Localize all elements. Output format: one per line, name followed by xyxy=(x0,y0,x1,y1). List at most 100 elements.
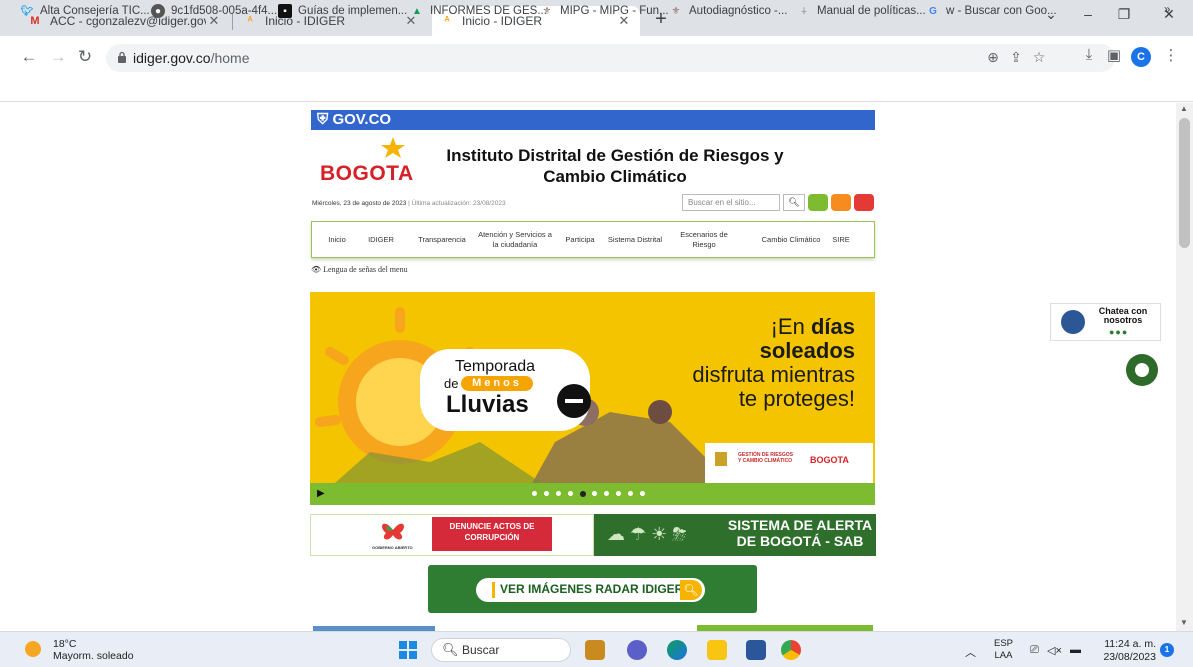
butterfly-icon xyxy=(382,523,404,540)
carousel-dot[interactable] xyxy=(544,491,549,496)
carousel-dot[interactable] xyxy=(556,491,561,496)
bookmark-item[interactable]: ▪ Guías de implemen... xyxy=(278,4,407,18)
scrollbar-thumb[interactable] xyxy=(1179,118,1190,248)
menu-item-idiger[interactable]: IDIGER xyxy=(362,221,400,258)
teams-app-icon[interactable] xyxy=(627,640,647,660)
search-icon[interactable]: 🔍︎ xyxy=(783,194,805,211)
season-top: Temporada xyxy=(455,358,536,375)
edge-app-icon[interactable] xyxy=(667,640,687,660)
windows-start-icon[interactable] xyxy=(399,641,417,659)
season-de: de xyxy=(444,376,459,391)
weather-status: Mayorm. soleado xyxy=(53,650,134,662)
season-pill: Menos xyxy=(461,376,533,391)
drive-icon: ▲ xyxy=(412,5,422,17)
share-icon[interactable]: ⇪ xyxy=(1007,49,1025,66)
back-icon[interactable]: ← xyxy=(18,46,40,68)
search-icon: 🔍︎ xyxy=(442,642,459,657)
taskbar-clock[interactable]: 11:24 a. m. 23/08/2023 xyxy=(1096,638,1156,664)
banner-line3: disfruta mientras xyxy=(692,362,855,387)
notification-badge[interactable]: 1 xyxy=(1160,643,1174,657)
input-language[interactable]: ESP LAA xyxy=(994,638,1013,662)
gobierno-abierto-label: GOBIERNO ABIERTO xyxy=(372,545,413,550)
bookmark-item[interactable]: ▲ INFORMES DE GES... xyxy=(410,4,547,18)
zoom-icon[interactable]: ⊕ xyxy=(984,49,1002,66)
bookmark-item[interactable]: ⚜ Autodiagnóstico -... xyxy=(669,4,788,18)
carousel-dot[interactable] xyxy=(568,491,573,496)
scroll-up-arrow-icon[interactable]: ▲ xyxy=(1180,104,1188,113)
chat-open-button[interactable] xyxy=(1126,354,1158,386)
search-icon[interactable]: 🔍︎ xyxy=(680,580,702,600)
lang-layout: LAA xyxy=(994,650,1013,661)
volume-muted-icon[interactable]: ◁× xyxy=(1047,644,1062,657)
reload-icon[interactable]: ↻ xyxy=(74,46,96,68)
sign-language-link[interactable]: 👁︎ Lengua de señas del menu xyxy=(311,265,408,274)
lang-code: ESP xyxy=(994,638,1014,649)
mipg-icon: ⚜ xyxy=(671,5,681,17)
play-icon[interactable]: ▶ xyxy=(317,488,325,499)
word-app-icon[interactable] xyxy=(746,640,766,660)
bookmark-item[interactable]: ● 9c1fd508-005a-4f4... xyxy=(151,4,277,18)
guides-icon: ▪ xyxy=(278,4,292,18)
menu-item-transparencia[interactable]: Transparencia xyxy=(412,221,472,258)
accessibility-icon[interactable] xyxy=(808,194,828,211)
menu-kebab-icon[interactable]: ⋮ xyxy=(1160,46,1182,64)
weather-sun-icon[interactable] xyxy=(25,641,41,657)
bookmarks-overflow[interactable]: » xyxy=(1164,4,1170,16)
clock-date: 23/08/2023 xyxy=(1103,651,1156,663)
menu-item-inicio[interactable]: Inicio xyxy=(322,221,352,258)
google-icon: G xyxy=(929,5,937,17)
star-icon xyxy=(381,137,405,158)
lock-icon[interactable] xyxy=(117,51,127,63)
tray-chevron-icon[interactable]: ︿ xyxy=(965,644,976,660)
site-search-input[interactable]: Buscar en el sitio... xyxy=(682,194,780,211)
carousel-dot[interactable] xyxy=(592,491,597,496)
gov-bar[interactable]: ⛨ GOV.CO xyxy=(311,110,875,130)
minimize-icon[interactable]: – xyxy=(1076,6,1100,22)
chrome-app-icon[interactable] xyxy=(781,640,801,660)
bookmark-item[interactable]: 🐦︎ Alta Consejería TIC... xyxy=(20,4,150,18)
carousel-dot[interactable] xyxy=(604,491,609,496)
page-viewport: ⛨ GOV.CO BOGOTA Instituto Distrital de G… xyxy=(0,103,1176,631)
menu-item-atencion[interactable]: Atención y Servicios a la ciudadanía xyxy=(476,221,554,258)
menu-item-cambio-climatico[interactable]: Cambio Climático xyxy=(756,221,826,258)
carousel-dot[interactable] xyxy=(640,491,645,496)
carousel-dot[interactable] xyxy=(580,491,586,497)
carousel-dot[interactable] xyxy=(532,491,537,496)
file-explorer-icon[interactable] xyxy=(707,640,727,660)
bookmark-item[interactable]: ⚜ MIPG - MIPG - Fun... xyxy=(540,4,669,18)
bookmark-star-icon[interactable]: ☆ xyxy=(1030,49,1048,66)
bookmark-label: Guías de implemen... xyxy=(298,5,408,17)
menu-item-participa[interactable]: Participa xyxy=(560,221,600,258)
scroll-down-arrow-icon[interactable]: ▼ xyxy=(1180,618,1188,627)
network-icon[interactable]: ⎚ xyxy=(1030,644,1039,657)
gov-bar-label: GOV.CO xyxy=(332,111,392,128)
profile-avatar[interactable]: C xyxy=(1131,47,1151,67)
mail-icon[interactable] xyxy=(854,194,874,211)
globe-icon: ● xyxy=(151,4,165,18)
forward-icon[interactable]: → xyxy=(47,46,69,68)
bogota-logo[interactable]: BOGOTA xyxy=(320,162,414,186)
season-bottom: Lluvias xyxy=(446,391,529,418)
weather-widget[interactable]: 18°C Mayorm. soleado xyxy=(53,638,134,662)
download-icon[interactable]: ⤓ xyxy=(1078,46,1100,63)
corruption-box[interactable]: DENUNCIE ACTOS DE CORRUPCIÓN xyxy=(432,517,552,551)
address-bar[interactable] xyxy=(106,44,1115,72)
menu-item-escenarios[interactable]: Escenarios de Riesgo xyxy=(680,221,728,258)
rss-icon[interactable] xyxy=(831,194,851,211)
url-text[interactable]: idiger.gov.co/home xyxy=(133,50,250,66)
briefcase-app-icon[interactable] xyxy=(585,640,605,660)
chat-avatar xyxy=(1061,310,1085,334)
carousel-dot[interactable] xyxy=(616,491,621,496)
carousel-dot[interactable] xyxy=(628,491,633,496)
bookmark-label: Manual de políticas... xyxy=(817,5,926,17)
url-path: /home xyxy=(210,50,250,66)
battery-icon[interactable]: ▬ xyxy=(1070,644,1081,656)
menu-item-sistema-distrital[interactable]: Sistema Distrital xyxy=(602,221,668,258)
bookmark-item[interactable]: Gw - Buscar con Goo... xyxy=(926,4,1056,18)
sab-label: SISTEMA DE ALERTA DE BOGOTÁ - SAB xyxy=(727,517,873,549)
restore-icon[interactable]: ❐ xyxy=(1112,6,1136,23)
bookmarks-bar xyxy=(0,76,1193,102)
menu-item-sire[interactable]: SIRE xyxy=(826,221,856,258)
bookmark-item[interactable]: ⍭ Manual de políticas... xyxy=(797,4,926,18)
side-panel-icon[interactable]: ▣ xyxy=(1103,46,1125,64)
